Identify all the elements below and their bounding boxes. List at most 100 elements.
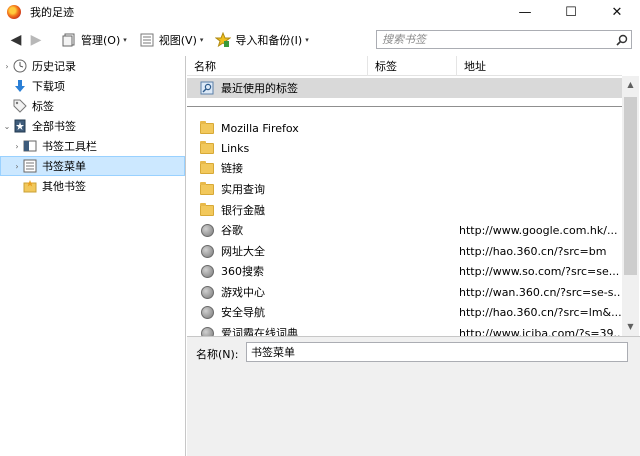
sidebar-item-label: 标签 [32, 100, 54, 113]
manage-label: 管理(O) [81, 34, 121, 47]
list-item[interactable]: 实用查询 [187, 179, 622, 199]
globe-icon [199, 304, 215, 320]
row-name: 安全导航 [221, 306, 265, 319]
title-bar: 我的足迹 — ☐ ✕ [0, 0, 640, 24]
sidebar-item-bookmarks-toolbar[interactable]: › 书签工具栏 [0, 136, 185, 156]
views-icon [139, 32, 155, 48]
sidebar-item-label: 其他书签 [42, 180, 86, 193]
list-item[interactable]: 银行金融 [187, 200, 622, 220]
bookmark-list: 名称 标签 地址 最近使用的标签 Mozilla Firefox Links 链… [187, 56, 640, 336]
download-icon [12, 78, 28, 94]
sidebar-item-other-bookmarks[interactable]: 其他书签 [0, 176, 185, 196]
chevron-down-icon: ▾ [305, 36, 309, 44]
list-item[interactable]: 游戏中心 http://wan.360.cn/?src=se-s... [187, 282, 622, 302]
sidebar-item-bookmarks-menu[interactable]: › 书签菜单 [0, 156, 185, 176]
folder-icon [199, 140, 215, 156]
row-url: http://hao.360.cn/?src=lm&... [459, 305, 621, 319]
row-url: http://www.so.com/?src=se... [459, 264, 620, 278]
chevron-down-icon: ▾ [123, 36, 127, 44]
list-item[interactable]: 谷歌 http://www.google.com.hk/... [187, 220, 622, 240]
expand-icon[interactable]: › [12, 161, 22, 171]
name-field[interactable] [246, 342, 628, 362]
row-url: http://wan.360.cn/?src=se-s... [459, 285, 621, 299]
expand-icon[interactable]: › [12, 141, 22, 151]
row-name: 银行金融 [221, 204, 265, 217]
column-tags[interactable]: 标签 [368, 56, 457, 76]
list-item[interactable]: 360搜索 http://www.so.com/?src=se... [187, 261, 622, 281]
row-url: http://hao.360.cn/?src=bm [459, 244, 607, 258]
row-name: 链接 [221, 162, 243, 175]
sidebar-item-label: 书签菜单 [42, 160, 86, 173]
list-item[interactable]: 链接 [187, 158, 622, 178]
search-input[interactable] [377, 31, 613, 48]
manage-menu-button[interactable]: 管理(O) ▾ [56, 29, 132, 51]
sidebar-item-label: 下载项 [32, 80, 65, 93]
sidebar-item-downloads[interactable]: 下载项 [0, 76, 185, 96]
sidebar-item-label: 全部书签 [32, 120, 76, 133]
window-controls: — ☐ ✕ [502, 0, 640, 24]
name-field-label: 名称(N): [196, 348, 239, 361]
scroll-up-arrow[interactable]: ▲ [622, 76, 639, 93]
folder-icon [199, 160, 215, 176]
list-item[interactable]: 爱词霸在线词典 http://www.iciba.com/?s=39... [187, 323, 622, 336]
row-url: http://www.iciba.com/?s=39... [459, 326, 621, 337]
globe-icon [199, 222, 215, 238]
folder-icon [199, 120, 215, 136]
row-name: 实用查询 [221, 183, 265, 196]
globe-icon [199, 325, 215, 336]
globe-icon [199, 284, 215, 300]
views-menu-button[interactable]: 视图(V) ▾ [134, 29, 209, 51]
list-item[interactable]: Mozilla Firefox [187, 118, 622, 138]
expand-icon[interactable]: › [2, 61, 12, 71]
row-name: 爱词霸在线词典 [221, 327, 298, 336]
sidebar-item-tags[interactable]: 标签 [0, 96, 185, 116]
row-url: http://www.google.com.hk/... [459, 223, 618, 237]
details-pane: 名称(N): [187, 336, 640, 456]
bookmarks-menu-icon [22, 158, 38, 174]
sidebar-item-history[interactable]: › 历史记录 [0, 56, 185, 76]
separator [187, 106, 622, 107]
vertical-scrollbar[interactable]: ▲ ▼ [622, 76, 639, 336]
collapse-icon[interactable]: ⌄ [2, 121, 12, 131]
list-item[interactable]: Links [187, 138, 622, 158]
back-button[interactable]: ◀ [6, 30, 26, 50]
list-item[interactable]: 安全导航 http://hao.360.cn/?src=lm&... [187, 302, 622, 322]
toolbar: ◀ ▶ 管理(O) ▾ 视图(V) ▾ 导入和备份(I) ▾ [0, 26, 640, 54]
history-icon [12, 58, 28, 74]
chevron-down-icon: ▾ [199, 36, 204, 44]
search-icon [199, 80, 215, 96]
search-box [376, 30, 632, 49]
row-name: 谷歌 [221, 224, 243, 237]
import-backup-icon [215, 32, 232, 48]
row-name: Links [221, 141, 250, 155]
import-backup-menu-button[interactable]: 导入和备份(I) ▾ [210, 29, 313, 51]
tag-icon [12, 98, 28, 114]
all-bookmarks-icon [12, 118, 28, 134]
sidebar-item-all-bookmarks[interactable]: ⌄ 全部书签 [0, 116, 185, 136]
sidebar-tree: › 历史记录 下载项 标签 ⌄ 全部书签 › 书签工具栏 › 书签菜单 其他书签 [0, 56, 186, 456]
window-title: 我的足迹 [30, 6, 74, 19]
row-name: 游戏中心 [221, 286, 265, 299]
scroll-down-arrow[interactable]: ▼ [622, 318, 639, 335]
scrollbar-thumb[interactable] [624, 97, 637, 275]
bookmarks-toolbar-icon [22, 138, 38, 154]
list-item-recent-tags[interactable]: 最近使用的标签 [187, 78, 622, 98]
row-name: Mozilla Firefox [221, 121, 299, 135]
row-name: 网址大全 [221, 245, 265, 258]
row-name: 360搜索 [221, 265, 264, 278]
column-location[interactable]: 地址 [457, 56, 622, 76]
maximize-button[interactable]: ☐ [548, 0, 594, 24]
close-button[interactable]: ✕ [594, 0, 640, 24]
folder-icon [199, 181, 215, 197]
firefox-logo-icon [7, 5, 21, 19]
column-name[interactable]: 名称 [187, 56, 368, 76]
search-icon[interactable] [613, 31, 631, 48]
list-item[interactable]: 网址大全 http://hao.360.cn/?src=bm [187, 241, 622, 261]
minimize-button[interactable]: — [502, 0, 548, 24]
row-name: 最近使用的标签 [221, 82, 298, 95]
globe-icon [199, 263, 215, 279]
forward-button[interactable]: ▶ [26, 30, 46, 50]
views-label: 视图(V) [158, 34, 197, 47]
column-header: 名称 标签 地址 [187, 56, 622, 76]
unsorted-bookmarks-icon [22, 178, 38, 194]
